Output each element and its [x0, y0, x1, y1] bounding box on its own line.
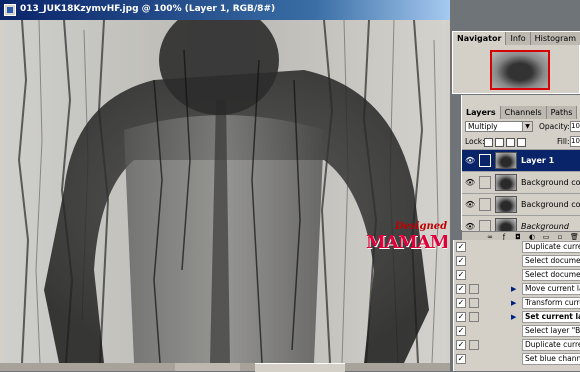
list-item[interactable]: ✓ Duplicate current: [454, 338, 580, 352]
navigator-preview[interactable]: [490, 50, 550, 90]
document-window: 013_JUK18KzymvHF.jpg @ 100% (Layer 1, RG…: [0, 0, 450, 372]
layer-thumbnail: [495, 218, 517, 231]
dialog-toggle-icon[interactable]: [469, 312, 479, 322]
expand-triangle-icon[interactable]: ▶: [511, 285, 516, 293]
checkbox-icon[interactable]: ✓: [456, 354, 466, 364]
lock-all-icon[interactable]: [517, 138, 526, 147]
lock-transparency-icon[interactable]: [484, 138, 493, 147]
tab-navigator[interactable]: Navigator: [453, 32, 507, 45]
watermark-designer: MAMAMA: [366, 232, 447, 253]
tab-layers[interactable]: Layers: [462, 106, 501, 119]
action-label: Set current laye: [522, 311, 580, 323]
lock-pixels-icon[interactable]: [495, 138, 504, 147]
link-box[interactable]: [479, 198, 491, 211]
checkbox-icon[interactable]: ✓: [456, 256, 466, 266]
canvas-artwork: [4, 20, 447, 363]
expand-triangle-icon[interactable]: ▶: [511, 299, 516, 307]
layer-row[interactable]: 👁 Background: [462, 215, 580, 231]
actions-panel: ✓ Duplicate current ✓ Select document - …: [453, 240, 580, 371]
layer-thumbnail: [495, 174, 517, 191]
opacity-input[interactable]: 10: [570, 121, 580, 132]
dialog-toggle-icon[interactable]: [469, 340, 479, 350]
action-label: Select document -: [522, 269, 580, 281]
blend-mode-select[interactable]: Multiply ▼: [465, 121, 533, 132]
layers-tabs: Layers Channels Paths: [462, 106, 578, 120]
dialog-toggle-icon[interactable]: [469, 298, 479, 308]
navigator-tabs: Navigator Info Histogram: [453, 32, 580, 46]
layer-row[interactable]: 👁 Background copy: [462, 193, 580, 215]
checkbox-icon[interactable]: ✓: [456, 284, 466, 294]
layer-thumbnail: [495, 152, 517, 169]
action-label: Duplicate current: [522, 339, 580, 351]
layer-row[interactable]: 👁 Layer 1: [462, 149, 580, 171]
status-segment: [175, 363, 240, 371]
action-label: Move current laye: [522, 283, 580, 295]
action-label: Set blue chann: [522, 353, 580, 365]
photoshop-document-icon: [4, 4, 16, 16]
list-item[interactable]: ✓ ▶ Set current laye: [454, 310, 580, 324]
dialog-toggle-icon[interactable]: [469, 284, 479, 294]
action-label: Duplicate current: [522, 241, 580, 253]
watermark-designed-by: Designed by: [395, 221, 447, 232]
opacity-label: Opacity:: [539, 122, 570, 131]
navigator-panel: Navigator Info Histogram: [452, 31, 580, 94]
layers-panel: Layers Channels Paths Multiply ▼ Opacity…: [461, 95, 580, 242]
document-title: 013_JUK18KzymvHF.jpg @ 100% (Layer 1, RG…: [20, 4, 276, 14]
checkbox-icon[interactable]: ✓: [456, 242, 466, 252]
list-item[interactable]: ✓ Select document -: [454, 254, 580, 268]
eye-icon[interactable]: 👁: [465, 178, 476, 187]
action-label: Select layer "Back: [522, 325, 580, 337]
link-box[interactable]: [479, 176, 491, 189]
layer-row[interactable]: 👁 Background cop...: [462, 171, 580, 193]
checkbox-icon[interactable]: ✓: [456, 340, 466, 350]
checkbox-icon[interactable]: ✓: [456, 298, 466, 308]
fill-input[interactable]: 10: [570, 136, 580, 147]
action-label: Transform curren: [522, 297, 580, 309]
tab-info[interactable]: Info: [506, 32, 531, 45]
eye-icon[interactable]: 👁: [465, 156, 476, 165]
lock-position-icon[interactable]: [506, 138, 515, 147]
checkbox-icon[interactable]: ✓: [456, 312, 466, 322]
layer-name: Layer 1: [521, 156, 555, 165]
document-titlebar[interactable]: 013_JUK18KzymvHF.jpg @ 100% (Layer 1, RG…: [0, 0, 450, 20]
expand-triangle-icon[interactable]: ▶: [511, 313, 516, 321]
action-label: Select document -: [522, 255, 580, 267]
list-item[interactable]: ✓ Select layer "Back: [454, 324, 580, 338]
tab-histogram[interactable]: Histogram: [530, 32, 580, 45]
list-item[interactable]: ✓ ▶ Transform curren: [454, 296, 580, 310]
fill-label: Fill:: [557, 137, 570, 146]
list-item[interactable]: ✓ ▶ Move current laye: [454, 282, 580, 296]
link-box[interactable]: [479, 220, 491, 231]
list-item[interactable]: ✓ Duplicate current: [454, 240, 580, 254]
eye-icon[interactable]: 👁: [465, 200, 476, 209]
chevron-down-icon[interactable]: ▼: [522, 122, 532, 131]
image-canvas[interactable]: Designed by MAMAMA: [4, 20, 447, 363]
tab-paths[interactable]: Paths: [546, 106, 578, 119]
checkbox-icon[interactable]: ✓: [456, 326, 466, 336]
list-item[interactable]: ✓ Set blue chann: [454, 352, 580, 366]
list-item[interactable]: ✓ Select document -: [454, 268, 580, 282]
tab-channels[interactable]: Channels: [500, 106, 547, 119]
layer-name: Background copy: [521, 200, 580, 209]
lock-label: Lock:: [465, 137, 485, 146]
checkbox-icon[interactable]: ✓: [456, 270, 466, 280]
eye-icon[interactable]: 👁: [465, 222, 476, 231]
layer-name: Background: [521, 222, 569, 231]
blend-mode-value: Multiply: [468, 122, 498, 131]
workspace-background: [450, 0, 580, 30]
layer-name: Background cop...: [521, 178, 580, 187]
brush-icon: [479, 154, 491, 167]
layer-thumbnail: [495, 196, 517, 213]
